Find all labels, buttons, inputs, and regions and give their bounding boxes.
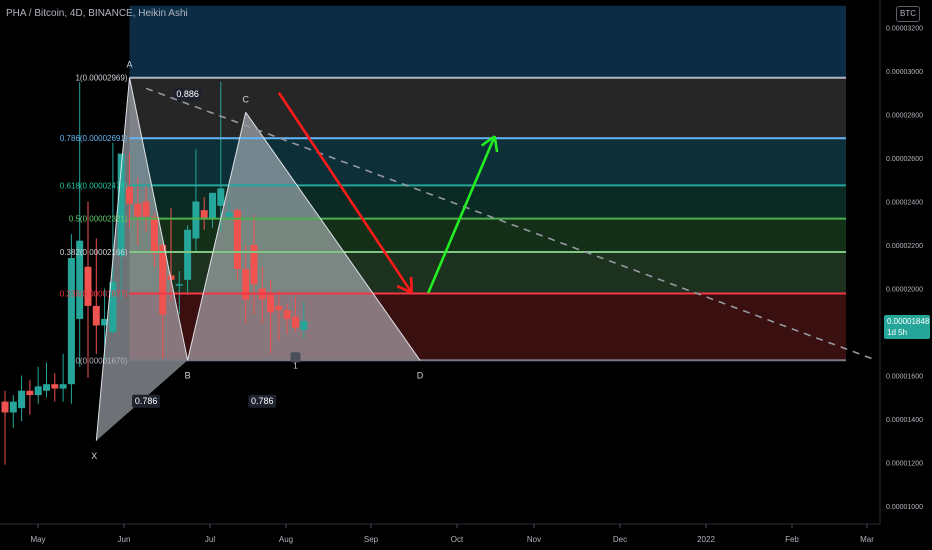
candle-body bbox=[142, 201, 150, 217]
x-tick-label: Jun bbox=[118, 535, 131, 544]
pattern-point-a: A bbox=[126, 60, 132, 70]
candle-body bbox=[9, 401, 17, 413]
candle-body bbox=[34, 386, 42, 396]
ratio-label: 0.786 bbox=[135, 396, 158, 406]
x-tick-label: Jul bbox=[205, 535, 215, 544]
fib-label-0.618: 0.618(0.00002474) bbox=[60, 181, 128, 190]
candle-body bbox=[175, 284, 183, 286]
candle-body bbox=[43, 384, 50, 391]
x-tick-label: Sep bbox=[364, 535, 379, 544]
y-tick-label: 0.00001200 bbox=[886, 461, 923, 468]
candle-body bbox=[267, 295, 275, 313]
event-marker-label: 1 bbox=[293, 361, 298, 370]
y-tick-label: 0.00003000 bbox=[886, 69, 923, 76]
fib-label-0.5: 0.5(0.00002321) bbox=[69, 215, 128, 224]
candle-body bbox=[150, 216, 158, 254]
x-tick-label: May bbox=[30, 535, 45, 544]
candle-body bbox=[275, 305, 283, 311]
y-tick-label: 0.00003200 bbox=[886, 26, 923, 33]
y-tick-label: 0.00001600 bbox=[886, 374, 923, 381]
candle-body bbox=[192, 201, 200, 239]
candle-body bbox=[18, 390, 26, 409]
candle-countdown: 1d 5h bbox=[887, 328, 908, 337]
candle-body bbox=[250, 245, 258, 285]
candle-body bbox=[59, 384, 67, 389]
candle-body bbox=[51, 384, 59, 389]
candle-body bbox=[134, 203, 142, 217]
candle-body bbox=[225, 212, 233, 217]
price-chart[interactable]: 1(0.00002969) 0.786(0.00002691) 0.618(0.00… bbox=[0, 0, 932, 550]
down-arrow-head bbox=[409, 276, 413, 293]
candle-body bbox=[92, 305, 100, 326]
fib-label-0.382: 0.382(0.00002166) bbox=[60, 248, 128, 257]
candle-body bbox=[1, 401, 9, 413]
last-price-tag: 0.00001848 1d 5h bbox=[884, 315, 930, 339]
pattern-point-d: D bbox=[417, 370, 424, 380]
x-tick-label: Feb bbox=[785, 535, 799, 544]
fib-zone bbox=[129, 5, 846, 78]
y-tick-label: 0.00002600 bbox=[886, 156, 923, 163]
y-tick-label: 0.00002800 bbox=[886, 113, 923, 120]
ratio-label: 0.886 bbox=[176, 89, 199, 99]
fib-label-0: 0(0.00001670) bbox=[75, 356, 127, 365]
candle-body bbox=[300, 321, 308, 330]
y-tick-label: 0.00001000 bbox=[886, 504, 923, 511]
last-price-value: 0.00001848 bbox=[887, 317, 930, 326]
x-tick-label: Nov bbox=[527, 535, 541, 544]
y-tick-label: 0.00002000 bbox=[886, 287, 923, 294]
candle-body bbox=[67, 258, 75, 385]
currency-badge[interactable]: BTC bbox=[896, 6, 920, 22]
candle-body bbox=[292, 316, 299, 328]
pattern-point-b: B bbox=[185, 370, 191, 380]
pattern-point-c: C bbox=[242, 94, 249, 104]
x-tick-label: Aug bbox=[279, 535, 293, 544]
ratio-label: 0.786 bbox=[251, 396, 274, 406]
candle-body bbox=[209, 192, 216, 219]
fib-label-0.236: 0.236(0.00001977) bbox=[60, 290, 128, 299]
y-tick-label: 0.00002200 bbox=[886, 243, 923, 250]
x-tick-label: Dec bbox=[613, 535, 627, 544]
y-tick-label: 0.00001400 bbox=[886, 417, 923, 424]
candle-body bbox=[159, 245, 167, 315]
x-tick-label: Mar bbox=[860, 535, 874, 544]
candle-body bbox=[242, 268, 250, 300]
fib-label-1: 1(0.00002969) bbox=[75, 74, 127, 83]
candle-body bbox=[283, 310, 291, 319]
chart-title: PHA / Bitcoin, 4D, BINANCE, Heikin Ashi bbox=[6, 8, 188, 19]
candle-body bbox=[200, 210, 208, 219]
candle-body bbox=[184, 229, 192, 280]
candle-body bbox=[26, 390, 34, 396]
candle-body bbox=[217, 188, 225, 206]
chart-root: 1(0.00002969) 0.786(0.00002691) 0.618(0.00… bbox=[0, 0, 932, 550]
fib-label-0.786: 0.786(0.00002691) bbox=[60, 134, 128, 143]
pattern-point-x: X bbox=[91, 451, 97, 461]
fib-zone bbox=[129, 77, 846, 139]
x-tick-label: Oct bbox=[451, 535, 464, 544]
x-tick-label: 2022 bbox=[697, 535, 715, 544]
y-tick-label: 0.00002400 bbox=[886, 200, 923, 207]
candle-body bbox=[84, 266, 92, 306]
